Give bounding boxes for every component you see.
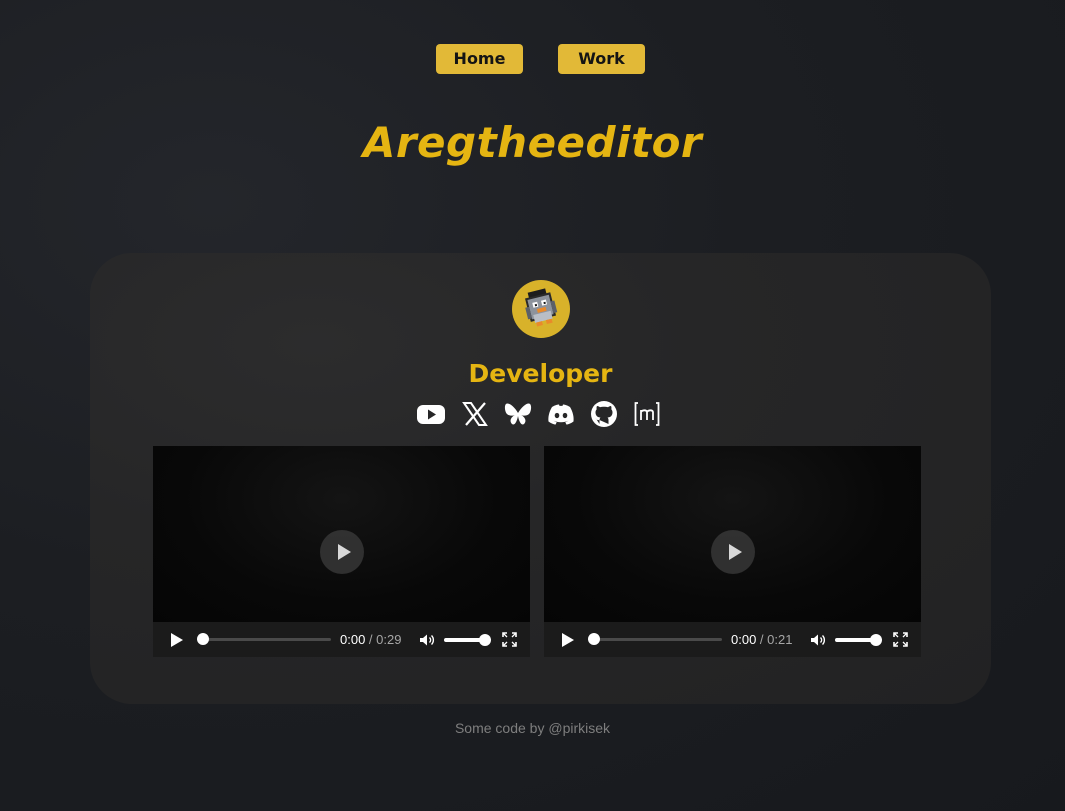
time-separator: / — [756, 632, 768, 647]
video-controls: 0:00 / 0:29 — [153, 622, 530, 657]
big-play-button[interactable] — [711, 530, 755, 574]
x-twitter-link[interactable] — [460, 399, 490, 429]
x-twitter-icon — [462, 402, 488, 426]
seek-handle[interactable] — [588, 633, 600, 645]
current-time: 0:00 — [731, 632, 757, 647]
seek-bar[interactable] — [197, 638, 331, 641]
duration: 0:29 — [376, 632, 402, 647]
seek-bar[interactable] — [588, 638, 722, 641]
volume-handle[interactable] — [479, 634, 491, 646]
seek-handle[interactable] — [197, 633, 209, 645]
avatar — [512, 280, 570, 338]
matrix-icon — [634, 402, 660, 426]
time-display: 0:00 / 0:21 — [731, 631, 792, 649]
duration: 0:21 — [767, 632, 793, 647]
volume-icon[interactable] — [419, 632, 435, 648]
big-play-button[interactable] — [320, 530, 364, 574]
home-button[interactable]: Home — [436, 44, 523, 74]
work-button[interactable]: Work — [558, 44, 645, 74]
social-links — [416, 399, 666, 429]
matrix-link[interactable] — [632, 399, 662, 429]
youtube-icon — [417, 405, 445, 424]
fullscreen-icon[interactable] — [893, 632, 908, 647]
time-display: 0:00 / 0:29 — [340, 631, 401, 649]
time-separator: / — [365, 632, 377, 647]
video-player-1[interactable]: 0:00 / 0:29 — [153, 446, 530, 657]
discord-icon — [548, 404, 574, 425]
github-link[interactable] — [589, 399, 619, 429]
video-controls: 0:00 / 0:21 — [544, 622, 921, 657]
bluesky-icon — [504, 403, 532, 425]
pixel-penguin-avatar-icon — [524, 288, 558, 327]
volume-handle[interactable] — [870, 634, 882, 646]
footer-credit: Some code by @pirkisek — [454, 720, 611, 736]
site-title: Aregtheeditor — [362, 118, 703, 167]
discord-link[interactable] — [546, 399, 576, 429]
play-icon[interactable] — [562, 633, 574, 647]
github-icon — [591, 401, 617, 427]
volume-icon[interactable] — [810, 632, 826, 648]
youtube-link[interactable] — [416, 399, 446, 429]
top-nav: Home Work — [0, 44, 1065, 74]
profile-card: Developer 0:00 / 0:29 0:00 / 0:21 — [90, 253, 991, 704]
current-time: 0:00 — [340, 632, 366, 647]
bluesky-link[interactable] — [503, 399, 533, 429]
play-icon[interactable] — [171, 633, 183, 647]
fullscreen-icon[interactable] — [502, 632, 517, 647]
video-player-2[interactable]: 0:00 / 0:21 — [544, 446, 921, 657]
role-heading: Developer — [468, 359, 613, 388]
